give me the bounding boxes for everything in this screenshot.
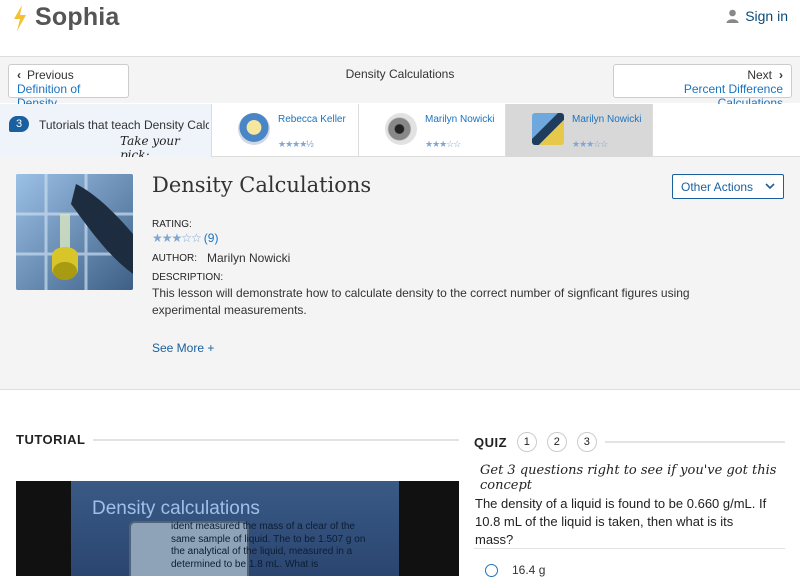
star-rating-icon: ★★★★½ [278, 139, 314, 149]
quiz-answer-option[interactable]: 16.4 g [474, 548, 785, 577]
next-label: Next [747, 68, 772, 82]
lesson-rating[interactable]: ★★★☆☆ (9) [152, 231, 218, 245]
quiz-heading: QUIZ 1 2 3 [474, 432, 785, 452]
lesson-info-panel: Density Calculations Other Actions RATIN… [0, 157, 800, 390]
tutorial-heading-text: TUTORIAL [16, 432, 86, 447]
lesson-description: This lesson will demonstrate how to calc… [152, 286, 690, 317]
tutorial-author: Marilyn Nowicki [425, 114, 495, 125]
slide-title: Density calculations [92, 498, 260, 519]
site-header: Sophia Sign in [0, 0, 800, 57]
tutorials-count-panel: 3 Tutorials that teach Density Calculati… [0, 104, 212, 162]
other-actions-label: Other Actions [681, 179, 754, 194]
sign-in-label: Sign in [745, 8, 788, 24]
brand-name: Sophia [35, 3, 120, 31]
chevron-right-icon: › [779, 68, 783, 82]
divider [605, 441, 785, 443]
tutorial-card[interactable]: Marilyn Nowicki ★★★☆☆ [359, 104, 506, 157]
tutorial-heading: TUTORIAL [16, 432, 459, 447]
sophia-logo-icon [14, 4, 26, 31]
radio-button[interactable] [485, 564, 498, 577]
answer-text: 16.4 g [512, 563, 546, 577]
avatar [238, 113, 270, 145]
quiz-heading-text: QUIZ [474, 434, 508, 450]
sign-in-link[interactable]: Sign in [726, 8, 788, 24]
tutorial-author: Rebecca Keller [278, 114, 346, 125]
see-more-link[interactable]: See More + [152, 341, 214, 355]
tutorial-card[interactable]: Rebecca Keller ★★★★½ [212, 104, 359, 157]
slide-text: ident measured the mass of a clear of th… [171, 521, 366, 570]
quiz-question-text: The density of a liquid is found to be 0… [475, 496, 767, 547]
rating-count: (9) [203, 231, 219, 245]
avatar [385, 113, 417, 145]
chevron-down-icon [765, 183, 775, 190]
user-icon [726, 9, 739, 23]
divider [93, 438, 459, 441]
star-rating-icon: ★★★☆☆ [572, 139, 608, 149]
author-label: AUTHOR: [152, 253, 197, 264]
quiz-subtitle: Get 3 questions right to see if you've g… [480, 463, 777, 493]
quiz-question-2[interactable]: 2 [547, 432, 568, 452]
lesson-thumbnail [16, 174, 133, 290]
lesson-navigation: ‹ Previous Definition of Density Density … [0, 57, 800, 110]
quiz-question-3[interactable]: 3 [577, 432, 598, 452]
tutorial-author: Marilyn Nowicki [572, 114, 642, 125]
description-label: DESCRIPTION: [152, 272, 224, 283]
tutorials-count-badge: 3 [9, 116, 29, 132]
lesson-author: Marilyn Nowicki [207, 251, 291, 265]
video-slide: Density calculations ident measured the … [71, 481, 399, 576]
star-rating-icon: ★★★☆☆ [425, 139, 461, 149]
tutorial-card-selected[interactable]: Marilyn Nowicki ★★★☆☆ [506, 104, 653, 157]
tutorials-bar: 3 Tutorials that teach Density Calculati… [0, 104, 800, 162]
sophia-logo[interactable]: Sophia [10, 3, 120, 32]
rating-label: RATING: [152, 219, 192, 230]
star-rating-icon: ★★★☆☆ [152, 231, 202, 245]
tutorial-video[interactable]: Density calculations ident measured the … [16, 481, 459, 576]
lesson-title: Density Calculations [152, 173, 372, 197]
tutorials-count-text: Tutorials that teach Density Calculation… [39, 118, 209, 132]
other-actions-button[interactable]: Other Actions [672, 174, 784, 199]
quiz-question-1[interactable]: 1 [517, 432, 538, 452]
avatar [532, 113, 564, 145]
next-button[interactable]: Next › Percent Difference Calculations [613, 64, 792, 110]
